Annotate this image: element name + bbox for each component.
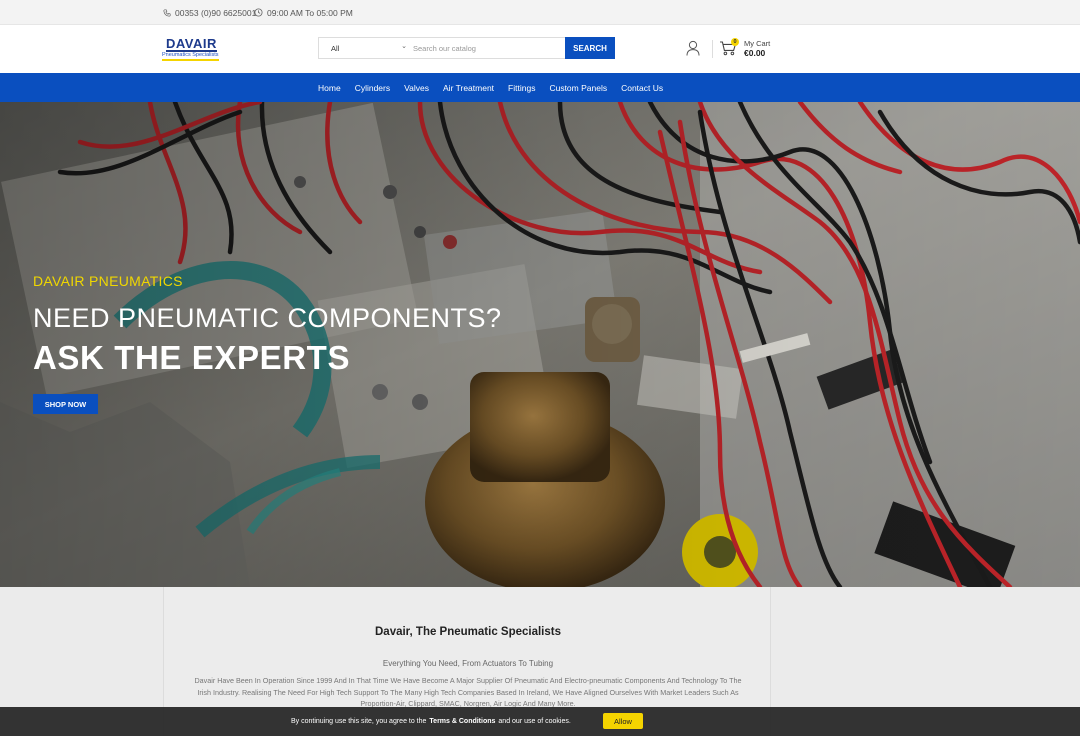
logo[interactable]: DAVAIR Pneumatics Specialists: [162, 35, 222, 63]
nav-custom-panels[interactable]: Custom Panels: [549, 83, 607, 93]
nav-fittings[interactable]: Fittings: [508, 83, 535, 93]
search-bar: All ⌄ Search our catalog SEARCH: [318, 37, 615, 59]
shop-now-button[interactable]: SHOP NOW: [33, 394, 98, 414]
nav-home[interactable]: Home: [318, 83, 341, 93]
cookie-text-after: and our use of cookies.: [498, 718, 571, 725]
hero-headline-strong: ASK THE EXPERTS: [33, 339, 351, 376]
category-select[interactable]: All ⌄: [319, 38, 411, 58]
intro-body: Davair Have Been In Operation Since 1999…: [194, 676, 742, 708]
phone-info[interactable]: 00353 (0)90 6625001: [163, 0, 256, 25]
intro-title: Davair, The Pneumatic Specialists: [375, 626, 561, 638]
clock-icon: [254, 8, 263, 17]
main-nav: Home Cylinders Valves Air Treatment Fitt…: [0, 73, 1080, 102]
hero-headline: NEED PNEUMATIC COMPONENTS?: [33, 303, 502, 333]
chevron-down-icon: ⌄: [401, 43, 407, 50]
nav-cylinders[interactable]: Cylinders: [355, 83, 390, 93]
phone-number: 00353 (0)90 6625001: [175, 7, 257, 18]
cart-count-badge: 0: [731, 38, 739, 46]
search-button[interactable]: SEARCH: [565, 37, 615, 59]
hours-info: 09:00 AM To 05:00 PM: [254, 0, 353, 25]
cookie-bar: By continuing use this site, you agree t…: [0, 707, 1080, 736]
terms-link[interactable]: Terms & Conditions: [429, 718, 495, 725]
logo-name: DAVAIR: [166, 36, 217, 52]
cookie-message: By continuing use this site, you agree t…: [291, 707, 571, 736]
intro-subtitle: Everything You Need, From Actuators To T…: [382, 659, 554, 668]
logo-tagline: Pneumatics Specialists: [162, 52, 219, 61]
opening-hours: 09:00 AM To 05:00 PM: [267, 7, 353, 18]
cookie-text-before: By continuing use this site, you agree t…: [291, 718, 427, 725]
category-value: All: [331, 43, 340, 53]
nav-air-treatment[interactable]: Air Treatment: [443, 83, 494, 93]
cart-total: €0.00: [744, 48, 766, 58]
nav-contact-us[interactable]: Contact Us: [621, 83, 663, 93]
cart-label: My Cart: [744, 39, 771, 48]
phone-icon: [163, 8, 171, 17]
hero-banner: DAVAIR PNEUMATICS NEED PNEUMATIC COMPONE…: [0, 102, 1080, 587]
nav-valves[interactable]: Valves: [404, 83, 429, 93]
site-header: DAVAIR Pneumatics Specialists All ⌄ Sear…: [0, 25, 1080, 73]
top-bar: 00353 (0)90 6625001 09:00 AM To 05:00 PM: [0, 0, 1080, 25]
user-icon[interactable]: [686, 40, 700, 56]
allow-cookies-button[interactable]: Allow: [603, 713, 643, 729]
hero-eyebrow: DAVAIR PNEUMATICS: [33, 273, 183, 289]
divider: [712, 40, 713, 58]
search-input[interactable]: Search our catalog: [411, 38, 567, 58]
